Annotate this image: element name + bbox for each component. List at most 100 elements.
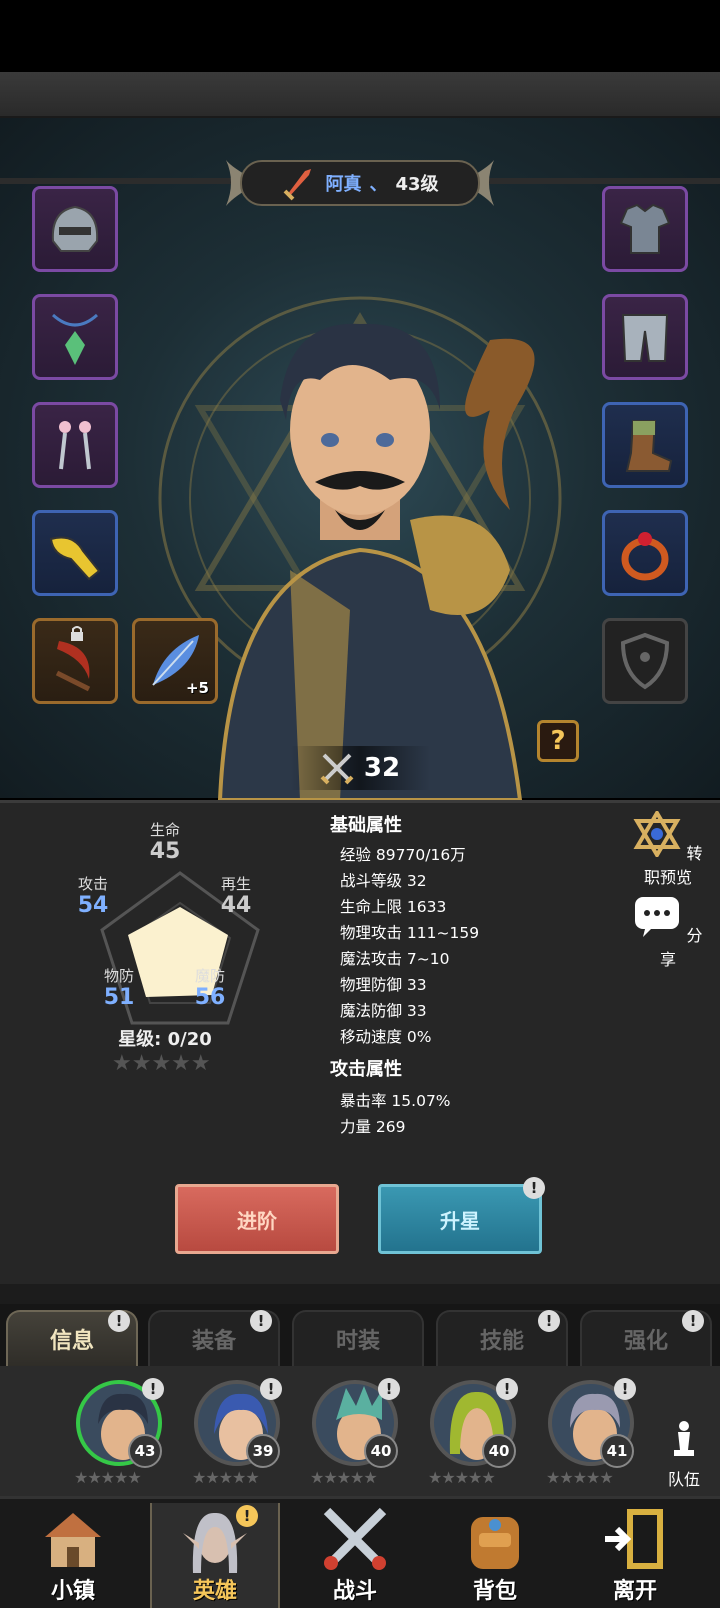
crossed-swords-icon (323, 1507, 387, 1570)
hero-card[interactable]: ! 41 ★★★★★ (542, 1378, 638, 1490)
alert-icon: ! (538, 1310, 560, 1332)
help-button[interactable]: ? (537, 720, 579, 762)
chat-bubble-icon (635, 897, 680, 937)
tab-label: 技能 (479, 1329, 524, 1354)
radar-hp-value: 45 (149, 839, 181, 864)
top-band (0, 72, 720, 118)
hero-level-badge: 40 (364, 1434, 398, 1468)
tab-equipment[interactable]: 装备 ! (148, 1310, 280, 1366)
star-rating: ★★★★★ (112, 1051, 211, 1076)
equip-slot-armor[interactable] (602, 186, 688, 272)
backpack-icon (471, 1517, 519, 1569)
hero-stars: ★★★★★ (310, 1468, 378, 1487)
radar-mdef-value: 56 (194, 985, 226, 1010)
tab-label: 强化 (623, 1329, 668, 1354)
bottom-nav: 小镇 ! 英雄 战斗 背包 离开 (0, 1496, 720, 1608)
nav-exit[interactable]: 离开 (570, 1503, 700, 1608)
alert-icon: ! (260, 1378, 282, 1400)
sword-icon (284, 169, 312, 201)
greaves-icon (621, 314, 669, 362)
radar-mdef-label: 魔防 (194, 967, 225, 985)
hero-stars: ★★★★★ (74, 1468, 142, 1487)
hero-stars: ★★★★★ (546, 1468, 614, 1487)
attr-line: 经验 89770/16万 (340, 846, 466, 864)
job-preview-button[interactable]: 转职预览 (628, 809, 708, 888)
hero-figure (217, 323, 535, 800)
star-up-button[interactable]: 升星 ! (378, 1177, 545, 1254)
radar-attack-value: 54 (77, 893, 109, 918)
nav-town[interactable]: 小镇 (8, 1503, 138, 1608)
equip-slot-boots[interactable] (602, 402, 688, 488)
star-level-label: 星级: 0/20 (118, 1029, 212, 1050)
team-label: 队伍 (667, 1470, 700, 1489)
divider-band (0, 1284, 720, 1304)
alert-icon: ! (496, 1378, 518, 1400)
stats-panel: 生命 45 再生 44 攻击 54 物防 51 魔防 56 星级: 0/20 ★… (0, 800, 720, 1284)
chess-pieces-icon (674, 1421, 694, 1456)
equip-slot-feather[interactable]: +5 (132, 618, 218, 704)
attr-line: 力量 269 (340, 1118, 406, 1136)
hero-title-plate: 阿真 、 43级 (240, 160, 480, 206)
nav-battle[interactable]: 战斗 (290, 1503, 420, 1608)
advance-button[interactable]: 进阶 (175, 1184, 339, 1254)
lock-icon (71, 626, 83, 641)
equip-slot-amulet[interactable] (32, 294, 118, 380)
hero-level-badge: 43 (128, 1434, 162, 1468)
radar-hp-label: 生命 (149, 821, 180, 839)
hero-level-badge: 40 (482, 1434, 516, 1468)
tab-info[interactable]: 信息 ! (6, 1310, 138, 1366)
equip-slot-earrings[interactable] (32, 402, 118, 488)
nav-label: 英雄 (192, 1579, 237, 1604)
alert-icon: ! (250, 1310, 272, 1332)
hero-level-badge: 39 (246, 1434, 280, 1468)
tab-fashion[interactable]: 时装 (292, 1310, 424, 1366)
hero-level-badge: 41 (600, 1434, 634, 1468)
tab-label: 装备 (191, 1329, 236, 1354)
attr-line: 暴击率 15.07% (340, 1092, 451, 1110)
equip-slot-ring[interactable] (602, 510, 688, 596)
tab-skills[interactable]: 技能 ! (436, 1310, 568, 1366)
equip-slot-greaves[interactable] (602, 294, 688, 380)
earrings-icon (59, 421, 91, 470)
alert-icon: ! (142, 1378, 164, 1400)
hero-tabs: 信息 ! 装备 ! 时装 技能 ! 强化 ! (0, 1304, 720, 1366)
star-up-button-label: 升星 (440, 1208, 480, 1233)
radar-regen-label: 再生 (220, 875, 251, 893)
alert-icon: ! (614, 1378, 636, 1400)
attr-line: 物理防御 33 (340, 976, 427, 994)
attack-attrs-title: 攻击属性 (330, 1059, 402, 1080)
hero-card[interactable]: ! 43 ★★★★★ (70, 1378, 166, 1490)
nav-backpack[interactable]: 背包 (430, 1503, 560, 1608)
horn-icon (49, 536, 101, 581)
attr-line: 魔法攻击 7~10 (340, 950, 450, 968)
nav-label: 战斗 (332, 1579, 377, 1604)
equip-slot-weapon[interactable] (32, 618, 118, 704)
equip-slot-empty[interactable] (602, 618, 688, 704)
equip-slot-horn[interactable] (32, 510, 118, 596)
nav-heroes[interactable]: ! 英雄 (150, 1503, 280, 1608)
hero-stars: ★★★★★ (192, 1468, 260, 1487)
attr-line: 生命上限 1633 (340, 898, 447, 916)
equip-slot-helmet[interactable] (32, 186, 118, 272)
hero-card[interactable]: ! 40 ★★★★★ (424, 1378, 520, 1490)
armor-icon (619, 203, 671, 254)
attr-line: 魔法防御 33 (340, 1002, 427, 1020)
crossed-swords-icon (320, 753, 354, 785)
combat-power: 32 (290, 746, 430, 790)
base-attrs-title: 基础属性 (330, 815, 402, 836)
hero-card[interactable]: ! 40 ★★★★★ (306, 1378, 402, 1490)
hero-name-separator: 、 (369, 174, 388, 195)
share-button[interactable]: 分享 (628, 893, 708, 970)
team-button[interactable]: 队伍 (652, 1418, 716, 1490)
hero-card[interactable]: ! 39 ★★★★★ (188, 1378, 284, 1490)
town-icon (45, 1513, 101, 1567)
hero-level: 43级 (395, 174, 439, 195)
tab-enhance[interactable]: 强化 ! (580, 1310, 712, 1366)
alert-icon: ! (378, 1378, 400, 1400)
status-bar (0, 0, 720, 72)
attr-line: 移动速度 0% (340, 1028, 432, 1046)
hexagram-icon (633, 809, 681, 859)
hero-name: 阿真 (325, 174, 362, 195)
alert-icon: ! (236, 1505, 258, 1527)
star-icon: ★★★★★ (112, 1051, 211, 1076)
